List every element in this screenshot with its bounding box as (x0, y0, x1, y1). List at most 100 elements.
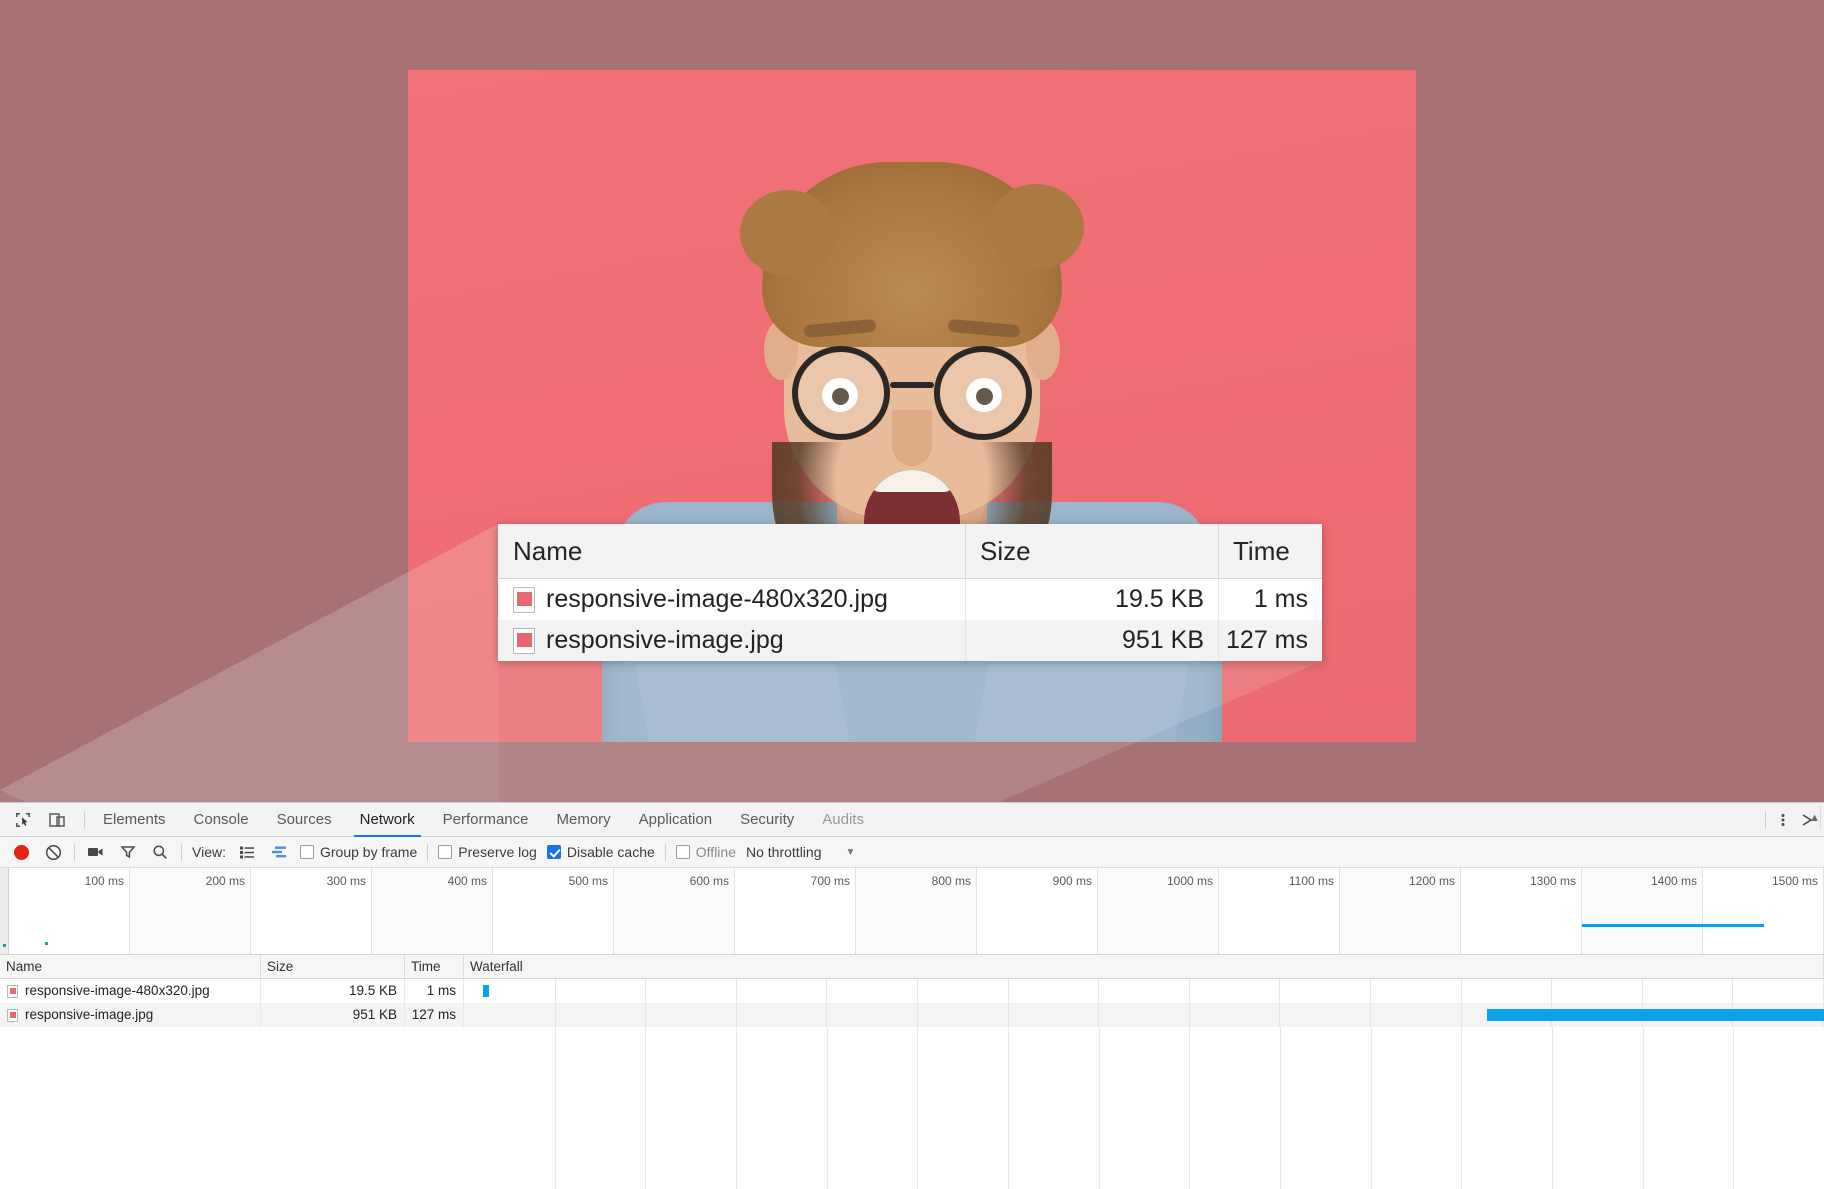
tab-sources[interactable]: Sources (263, 803, 346, 837)
ruler-tick-label: 500 ms (568, 874, 608, 888)
network-overview-timeline[interactable]: 100 ms 200 ms 300 ms 400 ms 500 ms 600 ms 700 … (0, 868, 1824, 955)
list-view-icon[interactable] (236, 841, 258, 863)
waterfall-gridline (826, 1027, 828, 1189)
throttling-value: No throttling (746, 844, 822, 860)
ruler-tick: 300 ms (251, 868, 372, 954)
checkbox-box (438, 845, 453, 859)
table-row[interactable]: responsive-image.jpg 951 KB 127 ms (0, 1003, 1824, 1027)
waterfall-gridline (1370, 1003, 1371, 1027)
waterfall-gridline (1098, 1003, 1100, 1027)
column-header-time[interactable]: Time (405, 954, 464, 979)
screenshot-root: Name Size Time responsive-image-480x320.… (0, 0, 1824, 1189)
waterfall-gridline (1370, 1027, 1372, 1189)
ruler-tick: 500 ms (493, 868, 614, 954)
preserve-log-checkbox[interactable]: Preserve log (438, 844, 537, 860)
devtools-tabs: Elements Console Sources Network Perform… (89, 803, 878, 837)
ruler-tick-label: 100 ms (84, 874, 124, 888)
devtools-tabbar: Elements Console Sources Network Perform… (0, 803, 1824, 837)
tab-network[interactable]: Network (346, 803, 429, 837)
tab-console[interactable]: Console (180, 803, 263, 837)
magnified-cell-name: responsive-image.jpg (498, 620, 966, 661)
magnified-network-table: Name Size Time responsive-image-480x320.… (498, 524, 1322, 661)
waterfall-gridline (1007, 979, 1009, 1003)
network-table-empty-area (0, 1027, 1824, 1189)
ruler-tick: 600 ms (614, 868, 735, 954)
column-header-name[interactable]: Name (0, 954, 261, 979)
group-by-frame-checkbox[interactable]: Group by frame (299, 844, 417, 860)
cell-time: 1 ms (405, 979, 464, 1003)
scroll-up-icon: ▲ (1803, 806, 1821, 830)
image-file-icon (513, 586, 535, 613)
waterfall-gridline (1188, 979, 1190, 1003)
table-row[interactable]: responsive-image-480x320.jpg 19.5 KB 1 m… (0, 979, 1824, 1003)
waterfall-track (464, 979, 1823, 1003)
magnified-cell-time: 1 ms (1253, 585, 1308, 613)
cell-waterfall (464, 979, 1824, 1003)
cell-waterfall (464, 1003, 1824, 1027)
waterfall-gridline (1552, 1027, 1553, 1189)
preserve-log-label: Preserve log (458, 844, 537, 860)
waterfall-gridline (826, 1003, 828, 1027)
waterfall-gridline (1641, 979, 1643, 1003)
ruler-tick-label: 800 ms (931, 874, 971, 888)
waterfall-bar (1487, 1009, 1824, 1021)
column-header-waterfall[interactable]: Waterfall (464, 954, 1824, 979)
photo-hair (740, 162, 1084, 347)
waterfall-gridline (1098, 979, 1100, 1003)
tab-elements[interactable]: Elements (89, 803, 180, 837)
waterfall-view-icon[interactable] (268, 841, 290, 863)
waterfall-gridline (645, 979, 647, 1003)
magnified-cell-name: responsive-image-480x320.jpg (498, 579, 966, 620)
ruler-tick: 1500 ms (1703, 868, 1824, 954)
waterfall-gridline (554, 979, 556, 1003)
more-options-icon[interactable] (1772, 809, 1794, 831)
waterfall-gridline (554, 1027, 556, 1189)
waterfall-gridline (735, 1003, 737, 1027)
file-name: responsive-image.jpg (25, 1007, 154, 1022)
clear-button[interactable] (42, 841, 64, 863)
toolbar-divider (664, 843, 666, 861)
waterfall-gridline (1733, 1027, 1735, 1189)
waterfall-gridline (736, 1027, 737, 1189)
tab-performance[interactable]: Performance (429, 803, 543, 837)
ruler-tick-label: 1200 ms (1408, 874, 1455, 888)
waterfall-gridline (917, 979, 918, 1003)
ruler-tick-label: 200 ms (205, 874, 245, 888)
toolbar-divider (74, 843, 75, 861)
record-button[interactable] (10, 841, 32, 863)
ruler-tick-label: 300 ms (326, 874, 366, 888)
devtools-panel: Elements Console Sources Network Perform… (0, 802, 1824, 1189)
overview-gutter (0, 868, 9, 954)
waterfall-gridline (1280, 1027, 1281, 1189)
throttling-select[interactable]: No throttling ▼ (746, 844, 855, 860)
cell-size: 19.5 KB (261, 979, 405, 1003)
ruler-tick: 700 ms (735, 868, 856, 954)
network-table-header: Name Size Time Waterfall ▲ (0, 806, 1824, 979)
search-icon[interactable] (149, 841, 171, 863)
cell-name: responsive-image-480x320.jpg (0, 979, 261, 1003)
waterfall-bar (483, 985, 490, 997)
ruler-tick-label: 900 ms (1052, 874, 1092, 888)
overview-request-bar (1582, 924, 1764, 927)
waterfall-gridline (735, 979, 737, 1003)
ruler-tick: 1000 ms (1098, 868, 1219, 954)
photo-nose (892, 410, 932, 466)
chevron-down-icon: ▼ (845, 846, 856, 858)
tab-audits[interactable]: Audits (808, 803, 878, 837)
overview-marker (45, 942, 48, 945)
disable-cache-checkbox[interactable]: Disable cache (546, 844, 655, 860)
capture-screenshots-icon[interactable] (85, 841, 107, 863)
column-header-size[interactable]: Size (261, 954, 405, 979)
tab-application[interactable]: Application (625, 803, 726, 837)
filter-icon[interactable] (117, 841, 139, 863)
devtools-left-tools (0, 809, 80, 831)
tab-memory[interactable]: Memory (543, 803, 625, 837)
tab-security[interactable]: Security (726, 803, 808, 837)
waterfall-gridline (1460, 1003, 1462, 1027)
offline-checkbox[interactable]: Offline (675, 844, 736, 860)
toolbar-divider (181, 843, 182, 861)
magnified-cell-size: 951 KB (966, 620, 1219, 661)
inspect-element-icon[interactable] (12, 809, 34, 831)
device-toolbar-icon[interactable] (46, 809, 68, 831)
magnified-column-header-size: Size (966, 524, 1219, 579)
